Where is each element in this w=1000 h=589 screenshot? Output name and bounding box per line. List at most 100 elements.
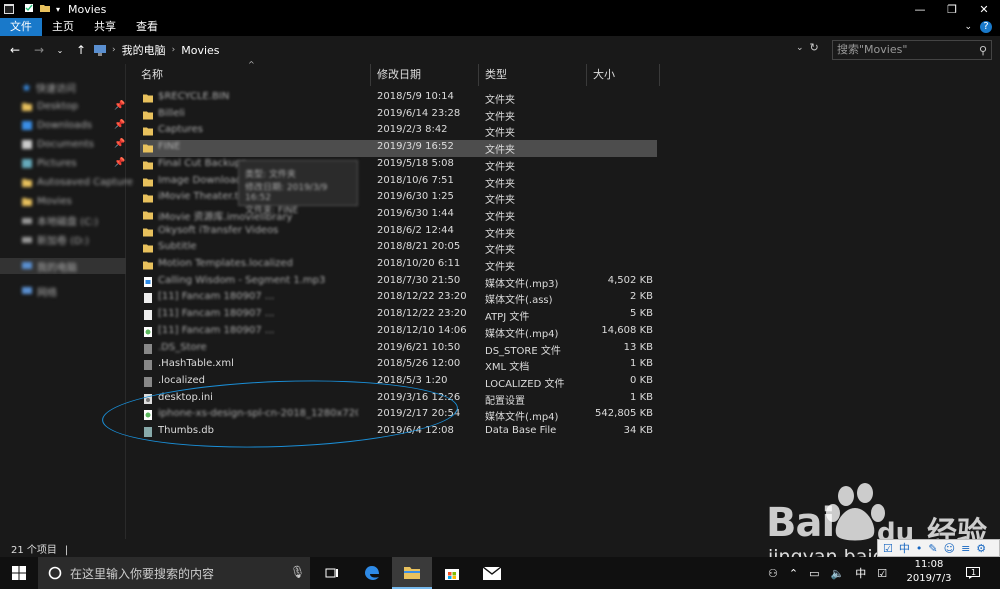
new-folder-icon[interactable]	[40, 3, 50, 16]
title-bar: ▾ Movies — ❐ ✕	[0, 0, 1000, 18]
ime-check-icon[interactable]: ☑	[883, 542, 893, 555]
pin-icon: 📌	[114, 101, 126, 111]
ime-menu-icon[interactable]: ≡	[961, 542, 970, 555]
file-size: 14,608 KB	[601, 324, 653, 336]
maximize-button[interactable]: ❐	[936, 0, 968, 18]
microphone-icon[interactable]: 🎙	[290, 565, 305, 579]
show-hidden-icons[interactable]: ⌃	[789, 567, 798, 580]
minimize-button[interactable]: —	[904, 0, 936, 18]
ime-indicator[interactable]: 中	[855, 565, 866, 581]
network-icon	[22, 286, 32, 294]
breadcrumb-item[interactable]: 我的电脑	[122, 42, 166, 58]
taskbar: 在这里输入你要搜索的内容 🎙 ⚇ ⌃ ▭ 🔈 中 ☑ 11:08 2019/7/…	[0, 557, 1000, 589]
file-row[interactable]: [11] Fancam 180907 ... 2018/12/22 23:20 媒体…	[140, 290, 657, 307]
mail-button[interactable]	[472, 557, 512, 589]
breadcrumb-separator-icon[interactable]: ›	[112, 45, 116, 55]
file-row[interactable]: Okysoft iTransfer Videos 2018/6/2 12:44 文件…	[140, 224, 657, 241]
file-date: 2018/12/22 23:20	[377, 308, 467, 320]
nav-item-documents[interactable]: Documents	[22, 135, 94, 153]
volume-icon[interactable]: 🔈	[831, 567, 845, 580]
customize-qa-icon[interactable]: ▾	[56, 5, 60, 14]
store-button[interactable]	[432, 557, 472, 589]
search-placeholder: 搜索"Movies"	[837, 43, 908, 56]
people-icon[interactable]: ⚇	[768, 567, 778, 580]
file-date: 2018/12/10 14:06	[377, 324, 467, 336]
file-row[interactable]: [11] Fancam 180907 ... 2018/12/10 14:06 媒体…	[140, 324, 657, 341]
file-row[interactable]: .HashTable.xml 2018/5/26 12:00 XML 文档 1 KB	[140, 357, 657, 374]
file-date: 2018/12/22 23:20	[377, 291, 467, 303]
task-view-button[interactable]	[312, 557, 352, 589]
up-button[interactable]: ↑	[74, 43, 88, 57]
file-row[interactable]: Calling Wisdom - Segment 1.mp3 2018/7/30 …	[140, 274, 657, 291]
ime-settings-icon[interactable]: ⚙	[976, 542, 986, 555]
ime-pen-icon[interactable]: ✎	[928, 542, 937, 555]
taskbar-search-placeholder: 在这里输入你要搜索的内容	[70, 566, 215, 581]
file-date: 2019/6/21 10:50	[377, 341, 461, 353]
tab-file[interactable]: 文件	[0, 18, 42, 36]
nav-item-movies[interactable]: Movies	[22, 192, 72, 210]
refresh-icon[interactable]: ↻	[810, 41, 819, 54]
column-header-name[interactable]: 名称	[135, 64, 371, 86]
search-input[interactable]: 搜索"Movies" ⚲	[832, 40, 992, 60]
column-header-size[interactable]: 大小	[587, 64, 660, 86]
breadcrumb-item[interactable]: Movies	[181, 44, 219, 57]
nav-item-desktop[interactable]: Desktop	[22, 97, 78, 115]
nav-item-label: Documents	[37, 138, 95, 150]
back-button[interactable]: ←	[8, 43, 22, 57]
star-icon	[22, 82, 31, 92]
network-icon[interactable]: ▭	[809, 567, 819, 580]
help-icon[interactable]: ?	[980, 21, 992, 33]
file-row[interactable]: Image Download 2018/10/6 7:51 文件夹	[140, 174, 657, 191]
start-button[interactable]	[0, 557, 38, 589]
breadcrumb-separator-icon[interactable]: ›	[172, 45, 176, 55]
nav-item-drive-c[interactable]: 本地磁盘 (C:)	[22, 211, 98, 229]
nav-item-this-pc[interactable]: 我的电脑	[22, 257, 77, 275]
edge-browser-button[interactable]	[352, 557, 392, 589]
taskbar-clock[interactable]: 11:08 2019/7/3	[900, 558, 958, 586]
forward-button[interactable]: →	[32, 43, 46, 57]
taskbar-search-box[interactable]: 在这里输入你要搜索的内容 🎙	[38, 557, 310, 589]
nav-item-network[interactable]: 网络	[22, 282, 57, 300]
nav-item-downloads[interactable]: Downloads	[22, 116, 92, 134]
file-row[interactable]: Motion Templates.localized 2018/10/20 6:1…	[140, 257, 657, 274]
address-dropdown-icon[interactable]: ⌄	[796, 43, 804, 53]
file-row[interactable]: Captures 2019/2/3 8:42 文件夹	[140, 123, 657, 140]
properties-icon[interactable]	[24, 3, 34, 16]
nav-item-autosaved[interactable]: Autosaved Capture	[22, 173, 133, 191]
file-row[interactable]: [11] Fancam 180907 ... 2018/12/22 23:20 AT…	[140, 307, 657, 324]
column-header-type[interactable]: 类型	[479, 64, 587, 86]
nav-item-quick-access[interactable]: 快速访问	[22, 78, 76, 96]
tab-view[interactable]: 查看	[126, 18, 168, 36]
file-size: 2 KB	[630, 291, 653, 303]
security-check-icon[interactable]: ☑	[877, 567, 887, 580]
file-row[interactable]: FINE 2019/3/9 16:52 文件夹	[140, 140, 657, 157]
file-name: [11] Fancam 180907 ...	[158, 291, 275, 303]
file-row[interactable]: .DS_Store 2019/6/21 10:50 DS_STORE 文件 13 KB	[140, 341, 657, 358]
recent-locations-icon[interactable]: ⌄	[56, 46, 64, 55]
nav-item-drive-d[interactable]: 新加卷 (D:)	[22, 230, 89, 248]
file-row[interactable]: iMovie Theater.theater 2019/6/30 1:25 文件夹	[140, 190, 657, 207]
ime-punct-icon[interactable]: •	[916, 542, 923, 555]
document-icon	[143, 293, 153, 304]
file-date: 2018/5/9 10:14	[377, 91, 454, 102]
file-row[interactable]: Final Cut Backups 2019/5/18 5:08 文件夹	[140, 157, 657, 174]
file-row[interactable]: Subtitle 2018/8/21 20:05 文件夹	[140, 240, 657, 257]
column-header-date[interactable]: 修改日期	[371, 64, 479, 86]
nav-item-pictures[interactable]: Pictures	[22, 154, 77, 172]
action-center-button[interactable]: 1	[966, 557, 980, 589]
ime-lang[interactable]: 中	[899, 540, 910, 556]
tab-share[interactable]: 共享	[84, 18, 126, 36]
file-type: 文件夹	[485, 262, 515, 273]
breadcrumb[interactable]: › 我的电脑 › Movies	[94, 39, 220, 61]
close-button[interactable]: ✕	[968, 0, 1000, 18]
file-row[interactable]: Billeli 2019/6/14 23:28 文件夹	[140, 107, 657, 124]
file-icon	[143, 376, 153, 387]
file-type: XML 文档	[485, 362, 530, 374]
expand-ribbon-icon[interactable]: ⌄	[964, 22, 972, 32]
ime-user-icon[interactable]: ☺	[944, 542, 955, 555]
file-explorer-button[interactable]	[392, 557, 432, 589]
file-row[interactable]: iMovie 资源库.imovielibrary 2019/6/30 1:44 文件…	[140, 207, 657, 224]
explorer-app-icon[interactable]	[4, 4, 14, 14]
file-row[interactable]: $RECYCLE.BIN 2018/5/9 10:14 文件夹	[140, 90, 657, 107]
tab-home[interactable]: 主页	[42, 18, 84, 36]
